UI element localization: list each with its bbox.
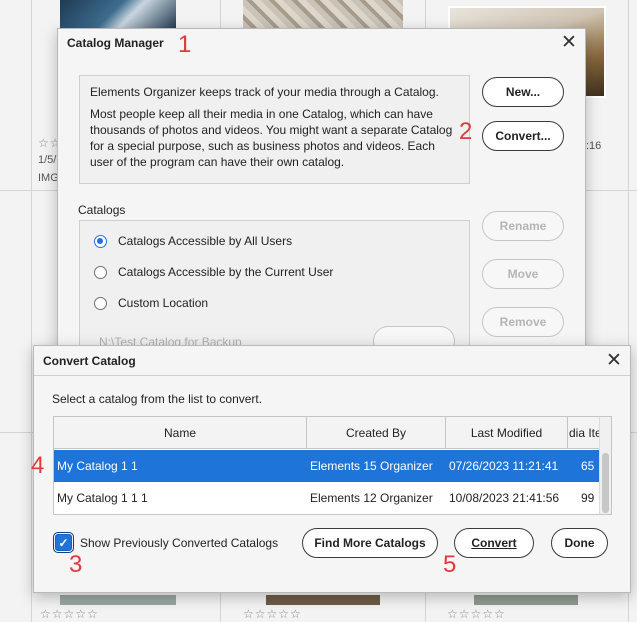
cell-name: My Catalog 1 1 xyxy=(57,459,138,473)
close-icon[interactable]: ✕ xyxy=(559,33,579,53)
media-thumbnail[interactable] xyxy=(474,595,578,605)
radio-label: Custom Location xyxy=(118,296,209,310)
media-date: 1/5/ xyxy=(38,154,57,166)
media-thumbnail[interactable] xyxy=(60,0,176,28)
cell-last-modified: 07/26/2023 11:21:41 xyxy=(449,459,559,473)
rating-stars[interactable]: ☆☆☆☆☆ xyxy=(40,607,99,621)
table-scrollbar[interactable] xyxy=(599,417,611,514)
catalog-list-table: Name Created By Last Modified dia Ite My… xyxy=(53,416,612,515)
step-annotation-1: 1 xyxy=(178,31,192,58)
catalogs-label: Catalogs xyxy=(78,203,126,217)
title-separator xyxy=(34,375,630,376)
radio-label: Catalogs Accessible by All Users xyxy=(118,234,293,248)
step-annotation-2: 2 xyxy=(459,118,473,145)
done-button[interactable]: Done xyxy=(551,528,608,558)
cell-created-by: Elements 12 Organizer xyxy=(310,491,433,505)
catalog-location-group: Catalogs Accessible by All Users Catalog… xyxy=(79,220,470,360)
cell-last-modified: 10/08/2023 21:41:56 xyxy=(449,491,560,505)
cell-media-items: 99 xyxy=(581,491,595,505)
media-filename: IMG xyxy=(38,172,59,184)
step-annotation-5: 5 xyxy=(443,551,457,578)
radio-label: Catalogs Accessible by the Current User xyxy=(118,265,334,279)
catalog-manager-dialog: Catalog Manager ✕ Elements Organizer kee… xyxy=(57,28,586,360)
convert-button[interactable]: Convert xyxy=(454,528,534,558)
show-previous-label[interactable]: Show Previously Converted Catalogs xyxy=(80,536,278,550)
step-annotation-4: 4 xyxy=(31,452,45,479)
rating-stars[interactable]: ☆☆☆☆☆ xyxy=(243,607,302,621)
info-text: Elements Organizer keeps track of your m… xyxy=(90,85,439,99)
radio-current-user[interactable]: Catalogs Accessible by the Current User xyxy=(94,265,333,279)
convert-catalog-dialog: Convert Catalog ✕ Select a catalog from … xyxy=(33,345,631,593)
find-more-catalogs-button[interactable]: Find More Catalogs xyxy=(302,528,438,558)
catalog-info-box: Elements Organizer keeps track of your m… xyxy=(79,75,470,184)
cell-media-items: 65 xyxy=(581,459,595,473)
radio-button[interactable] xyxy=(94,234,107,248)
convert-button-label: Convert xyxy=(471,536,517,550)
media-thumbnail[interactable] xyxy=(266,595,380,605)
cell-name: My Catalog 1 1 1 xyxy=(57,491,148,505)
step-annotation-3: 3 xyxy=(69,551,83,578)
convert-catalog-button[interactable]: Convert... xyxy=(482,121,564,151)
radio-button[interactable] xyxy=(94,265,107,279)
rename-button[interactable]: Rename xyxy=(482,211,564,241)
remove-button[interactable]: Remove xyxy=(482,307,564,337)
column-header-created-by[interactable]: Created By xyxy=(307,417,446,449)
info-text: Most people keep all their media in one … xyxy=(90,107,453,169)
dialog-title: Convert Catalog xyxy=(34,346,630,375)
scrollbar-thumb[interactable] xyxy=(602,453,609,513)
column-header-last-modified[interactable]: Last Modified xyxy=(446,417,568,449)
radio-custom-location[interactable]: Custom Location xyxy=(94,296,208,310)
close-icon[interactable]: ✕ xyxy=(604,351,624,371)
radio-button[interactable] xyxy=(94,296,107,310)
show-previous-checkbox[interactable]: ✓ xyxy=(53,532,74,553)
radio-all-users[interactable]: Catalogs Accessible by All Users xyxy=(94,234,292,248)
new-catalog-button[interactable]: New... xyxy=(482,77,564,107)
media-thumbnail[interactable] xyxy=(243,0,403,28)
column-header-name[interactable]: Name xyxy=(54,417,307,449)
dialog-title: Catalog Manager xyxy=(58,29,585,57)
table-row[interactable]: My Catalog 1 1 Elements 15 Organizer 07/… xyxy=(54,450,611,482)
grid-divider xyxy=(31,0,32,622)
convert-instruction: Select a catalog from the list to conver… xyxy=(52,392,263,406)
media-thumbnail[interactable] xyxy=(60,595,176,605)
table-header: Name Created By Last Modified dia Ite xyxy=(54,417,611,449)
table-row[interactable]: My Catalog 1 1 1 Elements 12 Organizer 1… xyxy=(54,482,611,514)
column-header-media-items[interactable]: dia Ite xyxy=(568,417,600,449)
media-time: :16 xyxy=(586,140,602,152)
rating-stars[interactable]: ☆☆☆☆☆ xyxy=(447,607,506,621)
cell-created-by: Elements 15 Organizer xyxy=(310,459,433,473)
move-button[interactable]: Move xyxy=(482,259,564,289)
